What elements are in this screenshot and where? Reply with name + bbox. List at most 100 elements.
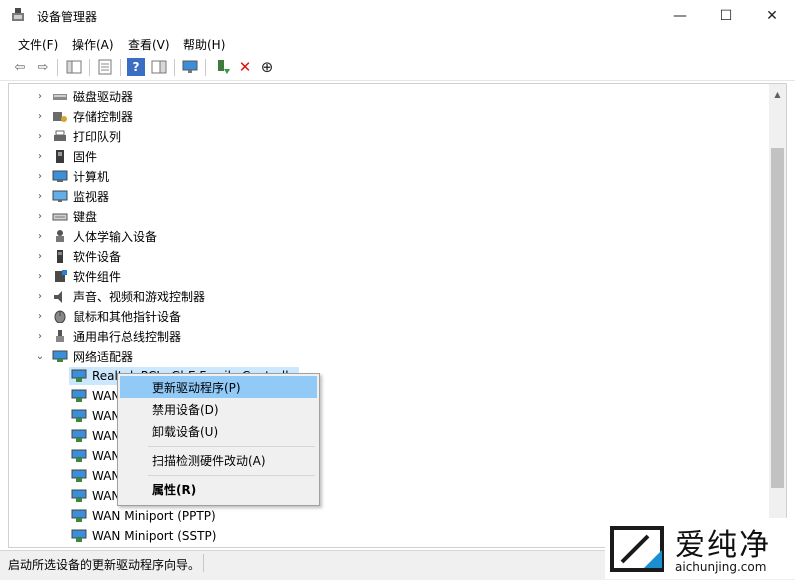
tree-category-row[interactable]: › 存储控制器: [9, 106, 770, 126]
network-adapter-label: WAN Miniport (SSTP): [92, 529, 217, 543]
network-adapter-icon: [71, 369, 87, 382]
minimize-button[interactable]: —: [657, 0, 703, 31]
device-category-icon: [52, 190, 68, 202]
toolbar-separator: [120, 59, 121, 76]
close-button[interactable]: ✕: [749, 0, 795, 31]
tree-category-row[interactable]: › 监视器: [9, 186, 770, 206]
device-manager-icon: [12, 8, 24, 21]
tree-category-label: 磁盘驱动器: [73, 89, 134, 104]
watermark: 爱纯净 aichunjing.com: [605, 518, 795, 579]
menu-properties[interactable]: 属性(R): [120, 478, 317, 500]
tree-category-label: 软件组件: [73, 269, 122, 284]
tree-category-label: 人体学输入设备: [73, 229, 158, 244]
tree-category-label: 鼠标和其他指针设备: [73, 309, 182, 324]
tree-category-label: 键盘: [73, 209, 98, 224]
tree-category-label: 声音、视频和游戏控制器: [73, 289, 206, 304]
network-adapter-icon: [71, 389, 87, 402]
chevron-right-icon[interactable]: ›: [35, 129, 45, 143]
tree-category-row[interactable]: › 软件组件: [9, 266, 770, 286]
scroll-thumb[interactable]: [771, 148, 784, 488]
context-menu: 更新驱动程序(P) 禁用设备(D) 卸载设备(U) 扫描检测硬件改动(A) 属性…: [117, 373, 320, 506]
menu-file[interactable]: 文件(F): [18, 36, 58, 53]
vertical-scrollbar[interactable]: ▲ ▼: [769, 83, 787, 548]
network-adapter-icon: [71, 449, 87, 462]
update-driver-icon[interactable]: [213, 58, 231, 76]
network-adapter-icon: [71, 469, 87, 482]
menu-help[interactable]: 帮助(H): [183, 36, 225, 53]
disable-device-icon[interactable]: ⊕: [258, 58, 276, 76]
tree-category-row[interactable]: › 计算机: [9, 166, 770, 186]
device-category-icon: [52, 170, 68, 182]
tree-category-row[interactable]: ⌄ 网络适配器: [9, 346, 770, 366]
chevron-right-icon[interactable]: ›: [35, 249, 45, 263]
tree-category-label: 存储控制器: [73, 109, 134, 124]
toolbar-separator: [205, 59, 206, 76]
menu-label: 扫描检测硬件改动(A): [152, 453, 266, 468]
toolbar-separator: [89, 59, 90, 76]
tree-category-row[interactable]: › 鼠标和其他指针设备: [9, 306, 770, 326]
tree-category-row[interactable]: › 磁盘驱动器: [9, 86, 770, 106]
tree-category-row[interactable]: › 固件: [9, 146, 770, 166]
tree-category-row[interactable]: › 打印队列: [9, 126, 770, 146]
chevron-right-icon[interactable]: ›: [35, 169, 45, 183]
menu-label: 卸载设备(U): [152, 424, 219, 439]
toolbar-separator: [174, 59, 175, 76]
menu-label: 更新驱动程序(P): [152, 380, 241, 395]
brand-logo-icon: [610, 526, 664, 572]
device-category-icon: [57, 250, 63, 263]
device-category-icon: [53, 112, 67, 122]
chevron-right-icon[interactable]: ›: [35, 209, 45, 223]
back-icon[interactable]: ⇦: [11, 58, 29, 76]
show-hide-console-tree-icon[interactable]: [65, 58, 83, 76]
device-category-icon: [55, 270, 67, 282]
maximize-button[interactable]: ☐: [703, 0, 749, 31]
chevron-right-icon[interactable]: ›: [35, 269, 45, 283]
menu-label: 属性(R): [152, 482, 197, 497]
network-adapter-icon: [71, 429, 87, 442]
menu-bar: 文件(F) 操作(A) 查看(V) 帮助(H): [0, 32, 795, 54]
menu-disable-device[interactable]: 禁用设备(D): [120, 398, 317, 420]
tree-category-row[interactable]: › 人体学输入设备: [9, 226, 770, 246]
menu-label: 禁用设备(D): [152, 402, 219, 417]
uninstall-icon[interactable]: ✕: [236, 58, 254, 76]
scroll-up-arrow-icon[interactable]: ▲: [769, 86, 786, 103]
chevron-right-icon[interactable]: ›: [35, 329, 45, 343]
forward-icon[interactable]: ⇨: [34, 58, 52, 76]
tree-category-row[interactable]: › 通用串行总线控制器: [9, 326, 770, 346]
menu-action[interactable]: 操作(A): [72, 36, 114, 53]
device-category-icon: [56, 230, 64, 242]
menu-scan-hardware[interactable]: 扫描检测硬件改动(A): [120, 449, 317, 471]
chevron-right-icon[interactable]: ›: [35, 109, 45, 123]
help-icon[interactable]: ?: [127, 58, 145, 76]
chevron-right-icon[interactable]: ›: [35, 149, 45, 163]
window-title: 设备管理器: [37, 10, 98, 24]
chevron-down-icon[interactable]: ⌄: [35, 349, 45, 363]
tree-category-row[interactable]: › 声音、视频和游戏控制器: [9, 286, 770, 306]
chevron-right-icon[interactable]: ›: [35, 89, 45, 103]
properties-icon[interactable]: [96, 58, 114, 76]
toolbar: ⇦ ⇨ ? ✕ ⊕: [0, 55, 795, 81]
tree-category-label: 软件设备: [73, 249, 122, 264]
tree-category-label: 打印队列: [73, 129, 122, 144]
chevron-right-icon[interactable]: ›: [35, 289, 45, 303]
network-adapter-label: WAN Miniport (PPTP): [92, 509, 216, 523]
action-pane-icon[interactable]: [150, 58, 168, 76]
tree-category-label: 通用串行总线控制器: [73, 329, 182, 344]
device-category-icon: [56, 330, 64, 342]
brand-url: aichunjing.com: [675, 560, 767, 574]
brand-name: 爱纯净: [675, 528, 771, 563]
menu-view[interactable]: 查看(V): [128, 36, 170, 53]
device-category-icon: [52, 350, 68, 362]
scan-hardware-icon[interactable]: [181, 58, 199, 76]
device-category-icon: [56, 150, 64, 163]
status-separator: [203, 554, 204, 572]
menu-update-driver[interactable]: 更新驱动程序(P): [120, 376, 317, 398]
chevron-right-icon[interactable]: ›: [35, 309, 45, 323]
tree-category-row[interactable]: › 软件设备: [9, 246, 770, 266]
chevron-right-icon[interactable]: ›: [35, 229, 45, 243]
device-category-icon: [54, 310, 66, 323]
title-bar: 设备管理器 — ☐ ✕: [0, 0, 795, 31]
tree-category-row[interactable]: › 键盘: [9, 206, 770, 226]
chevron-right-icon[interactable]: ›: [35, 189, 45, 203]
menu-uninstall-device[interactable]: 卸载设备(U): [120, 420, 317, 442]
